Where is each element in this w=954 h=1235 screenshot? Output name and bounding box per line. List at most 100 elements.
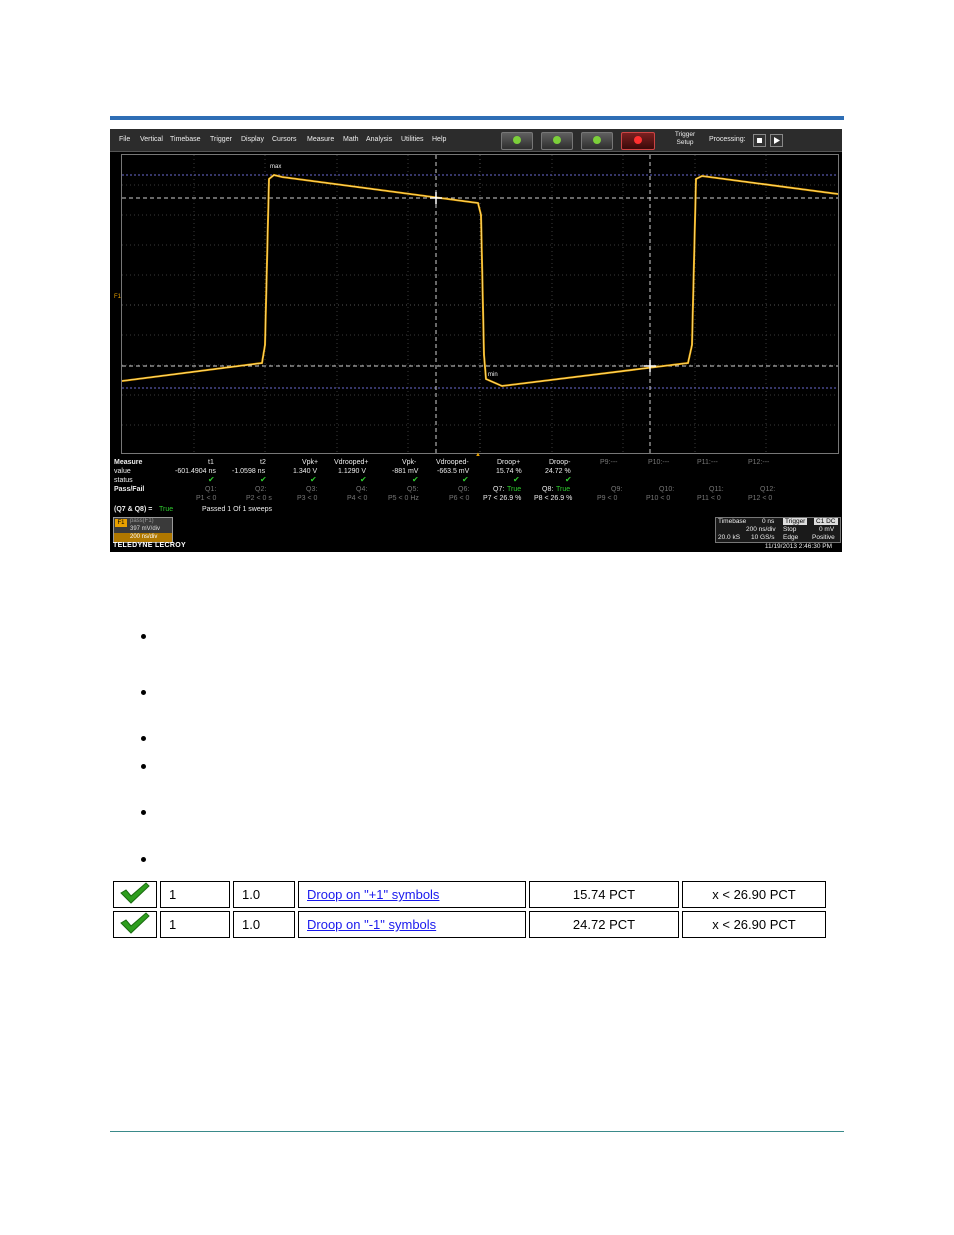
- q1-label: Q1:: [205, 486, 217, 493]
- measure-header-vpk-minus[interactable]: Vpk-: [402, 459, 416, 466]
- play-icon: [774, 137, 780, 144]
- processing-run-button[interactable]: [770, 134, 783, 147]
- menu-utilities[interactable]: Utilities: [401, 136, 424, 143]
- measure-header-droop-minus[interactable]: Droop-: [549, 459, 570, 466]
- p3-condition: P3 < 0: [297, 495, 318, 502]
- q2-label: Q2:: [255, 486, 267, 493]
- menu-display[interactable]: Display: [241, 136, 264, 143]
- q10-label: Q10:: [659, 486, 675, 493]
- droop-plus-link[interactable]: Droop on "+1" symbols: [307, 887, 439, 902]
- q8-result: True: [556, 486, 571, 493]
- p9-condition: P9 < 0: [597, 495, 618, 502]
- measure-value-droop-minus: 24.72 %: [545, 468, 571, 475]
- q6-label: Q6:: [458, 486, 470, 493]
- measure-header-p10[interactable]: P10:---: [648, 459, 669, 466]
- status-check-icon: ✔: [260, 475, 267, 484]
- q4-label: Q4:: [356, 486, 368, 493]
- trigger-setup-label-1: Trigger: [674, 131, 696, 138]
- measured-value: 15.74 PCT: [529, 881, 679, 908]
- processing-label: Processing:: [709, 136, 746, 143]
- channel-marker: F1: [114, 294, 122, 300]
- droop-minus-link[interactable]: Droop on "-1" symbols: [307, 917, 436, 932]
- pass-limit: x < 26.90 PCT: [682, 911, 826, 938]
- f1-tag: F1: [115, 519, 127, 527]
- menu-trigger[interactable]: Trigger: [210, 136, 232, 143]
- bullet-point: [141, 690, 146, 695]
- table-row: 1 1.0 Droop on "+1" symbols 15.74 PCT x …: [113, 881, 826, 908]
- processing-stop-button[interactable]: [753, 134, 766, 147]
- bullet-point: [141, 810, 146, 815]
- bullet-point: [141, 634, 146, 639]
- header-rule: [110, 116, 844, 120]
- p12-condition: P12 < 0: [748, 495, 773, 502]
- trigger-type: Edge: [783, 534, 799, 541]
- p5-condition: P5 < 0 Hz: [388, 495, 419, 502]
- menu-measure[interactable]: Measure: [307, 136, 334, 143]
- measure-header-t1[interactable]: t1: [208, 459, 214, 466]
- menu-vertical[interactable]: Vertical: [140, 136, 163, 143]
- timebase-trigger-descriptor[interactable]: Timebase 0 ns 200 ns/div 20.0 kS 10 GS/s…: [715, 517, 841, 543]
- single-trigger-icon: [593, 136, 601, 144]
- measure-value-vdrooped-minus: -663.5 mV: [437, 468, 470, 475]
- test-version: 1.0: [233, 881, 295, 908]
- f1-volts-per-div: 397 mV/div: [130, 526, 161, 532]
- status-check-icon: ✔: [412, 475, 419, 484]
- menu-file[interactable]: File: [119, 136, 130, 143]
- status-check-icon: ✔: [462, 475, 469, 484]
- measure-value-vpk-minus: -881 mV: [392, 468, 419, 475]
- waveform-grid[interactable]: max min ▲: [121, 154, 839, 458]
- menu-analysis[interactable]: Analysis: [366, 136, 392, 143]
- trigger-level: 0 mV: [819, 526, 835, 533]
- trigger-setup-button[interactable]: Trigger Setup: [670, 131, 700, 147]
- q11-label: Q11:: [709, 486, 724, 493]
- measure-header-t2[interactable]: t2: [260, 459, 266, 466]
- menu-cursors[interactable]: Cursors: [272, 136, 297, 143]
- p6-condition: P6 < 0: [449, 495, 470, 502]
- q7-result: True: [507, 486, 522, 493]
- q3-label: Q3:: [306, 486, 318, 493]
- scope-menubar: File Vertical Timebase Trigger Display C…: [110, 129, 842, 152]
- min-label: min: [488, 372, 498, 378]
- pass-check-icon: [120, 912, 150, 934]
- measure-value-vpk-plus: 1.340 V: [293, 468, 318, 475]
- pass-limit: x < 26.90 PCT: [682, 881, 826, 908]
- measure-header-vdrooped-plus[interactable]: Vdrooped+: [334, 459, 368, 466]
- stop-icon: [634, 136, 642, 144]
- summary-sweeps: Passed 1 Of 1 sweeps: [202, 506, 273, 513]
- test-version: 1.0: [233, 911, 295, 938]
- measure-header-droop-plus[interactable]: Droop+: [497, 459, 520, 466]
- trigger-label: Trigger: [783, 518, 808, 525]
- auto-setup-icon: [513, 136, 521, 144]
- measure-header-p12[interactable]: P12:---: [748, 459, 769, 466]
- single-trigger-button[interactable]: [581, 132, 613, 150]
- stop-button[interactable]: [621, 132, 655, 150]
- measure-header-p11[interactable]: P11:---: [697, 459, 718, 466]
- status-check-icon: ✔: [208, 475, 215, 484]
- menu-help[interactable]: Help: [432, 136, 446, 143]
- auto-setup-button[interactable]: [501, 132, 533, 150]
- q8-label: Q8:: [542, 486, 554, 493]
- trigger-mode: Stop: [783, 526, 797, 533]
- p11-condition: P11 < 0: [697, 495, 721, 502]
- measure-header-vdrooped-minus[interactable]: Vdrooped-: [436, 459, 469, 466]
- status-row-label: status: [114, 477, 133, 484]
- q9-label: Q9:: [611, 486, 623, 493]
- p8-condition: P8 < 26.9 %: [534, 495, 573, 502]
- summary-result: True: [159, 506, 174, 513]
- p7-condition: P7 < 26.9 %: [483, 495, 522, 502]
- measure-header-p9[interactable]: P9:---: [600, 459, 618, 466]
- q12-label: Q12:: [760, 486, 776, 493]
- timestamp: 11/19/2013 2:46:30 PM: [764, 543, 832, 550]
- oscilloscope-screenshot: File Vertical Timebase Trigger Display C…: [110, 129, 842, 552]
- f1-trace-descriptor[interactable]: F1 pass(F1) 397 mV/div 200 ns/div: [113, 517, 173, 543]
- measure-header-vpk-plus[interactable]: Vpk+: [302, 459, 318, 466]
- menu-timebase[interactable]: Timebase: [170, 136, 200, 143]
- menu-math[interactable]: Math: [343, 136, 359, 143]
- bullet-point: [141, 736, 146, 741]
- pass-cell: [113, 911, 157, 938]
- normal-trigger-button[interactable]: [541, 132, 573, 150]
- brand-logo: TELEDYNE LECROY: [113, 542, 186, 549]
- status-check-icon: ✔: [360, 475, 367, 484]
- measure-value-droop-plus: 15.74 %: [496, 468, 522, 475]
- normal-trigger-icon: [553, 136, 561, 144]
